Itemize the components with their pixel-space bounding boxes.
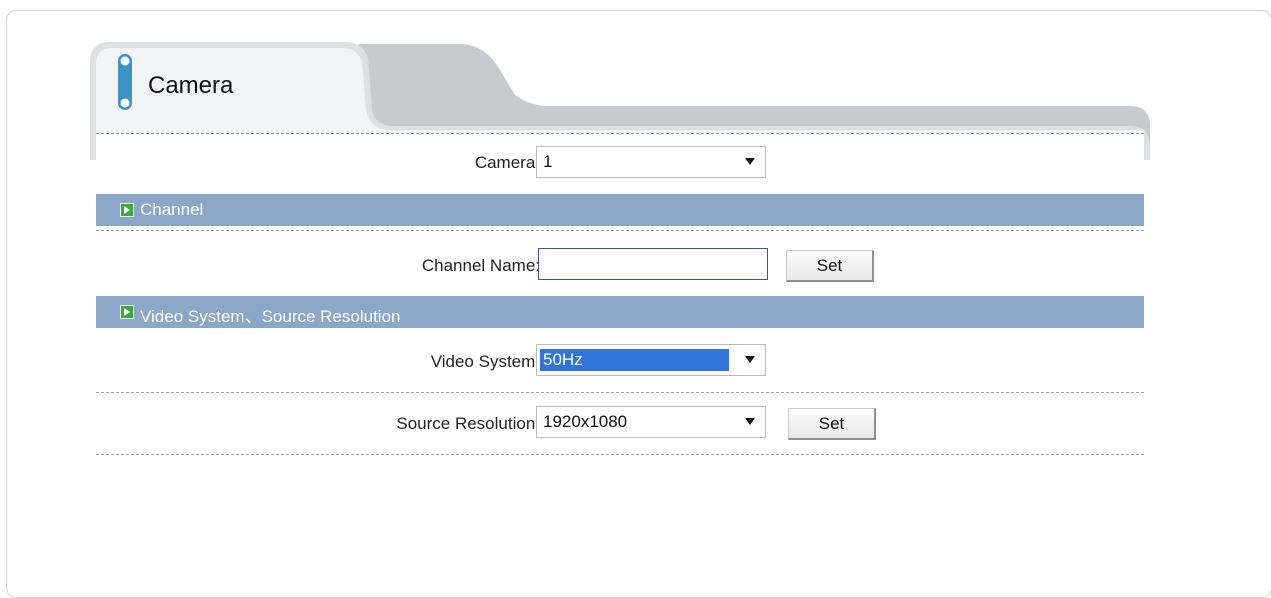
camera-select[interactable]: 1	[536, 146, 766, 178]
channel-section-title: Channel	[140, 200, 204, 219]
video-system-row: Video System: 50Hz	[96, 344, 1144, 384]
green-arrow-icon	[120, 203, 134, 217]
channel-name-row: Channel Name: Set	[96, 248, 1144, 288]
divider	[96, 392, 1144, 393]
divider	[96, 454, 1144, 455]
source-resolution-select[interactable]: 1920x1080	[536, 406, 766, 438]
source-resolution-set-button[interactable]: Set	[788, 408, 876, 440]
camera-label: Camera:	[474, 153, 540, 172]
camera-row: Camera: 1	[96, 146, 1144, 186]
divider	[96, 133, 1144, 134]
source-resolution-select-value: 1920x1080	[543, 412, 628, 431]
video-system-select[interactable]: 50Hz	[536, 344, 766, 376]
video-system-label: Video System:	[430, 352, 540, 371]
camera-pill-icon	[118, 54, 132, 110]
video-section-header: Video System、Source Resolution	[96, 296, 1144, 328]
channel-name-label: Channel Name:	[421, 256, 540, 275]
camera-settings-form: Camera: 1 Channel Channel Name: Set Vide…	[96, 132, 1144, 485]
channel-name-input[interactable]	[538, 248, 768, 280]
green-arrow-icon	[120, 305, 134, 319]
source-resolution-label: Source Resolution:	[396, 414, 540, 433]
chevron-down-icon[interactable]	[745, 158, 755, 165]
channel-name-set-button[interactable]: Set	[786, 250, 874, 282]
divider	[96, 230, 1144, 231]
channel-section-header: Channel	[96, 194, 1144, 226]
camera-select-value: 1	[543, 152, 553, 171]
source-resolution-row: Source Resolution: 1920x1080 Set	[96, 406, 1144, 446]
tab-title[interactable]: Camera	[148, 72, 233, 100]
video-system-select-value: 50Hz	[540, 349, 729, 371]
video-section-title: Video System、Source Resolution	[140, 307, 401, 326]
chevron-down-icon[interactable]	[745, 356, 755, 363]
chevron-down-icon[interactable]	[745, 418, 755, 425]
camera-panel: Camera Camera: 1 Channel Channel Name: S…	[90, 40, 1150, 492]
